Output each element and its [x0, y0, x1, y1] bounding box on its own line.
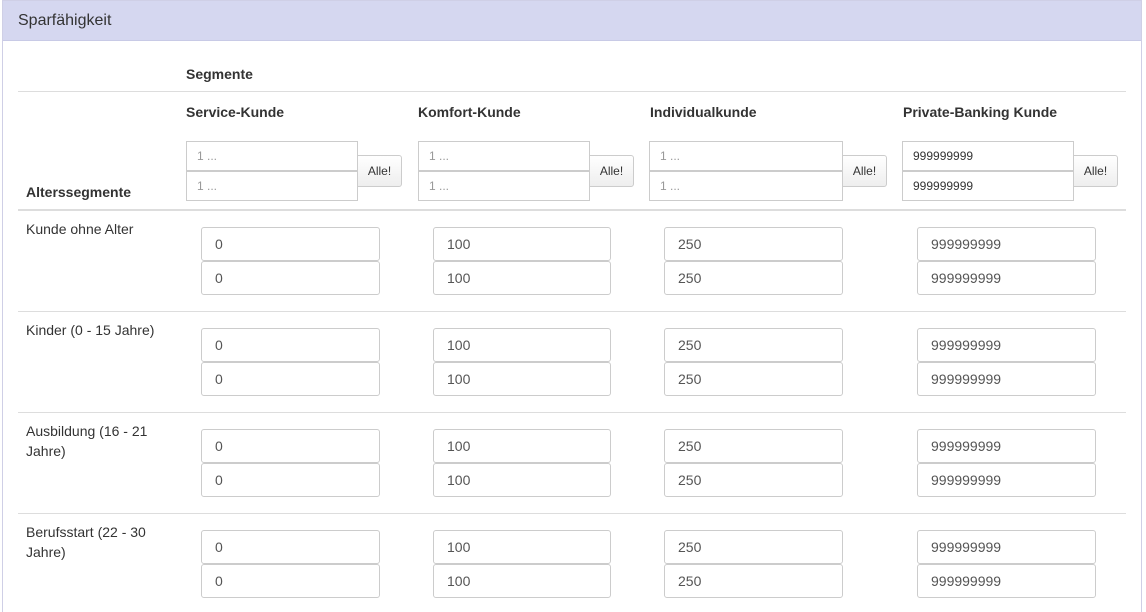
private-banking-alle-button[interactable]: Alle! — [1073, 155, 1118, 187]
individual-max-input[interactable]: 250 — [664, 564, 843, 598]
service-alle-button[interactable]: Alle! — [357, 155, 402, 187]
column-header-service: Service-Kunde — [186, 104, 285, 120]
individual-max-filter-input[interactable]: 1 ... — [649, 171, 843, 201]
individual-max-input[interactable]: 250 — [664, 261, 843, 295]
service-min-input[interactable]: 0 — [201, 328, 380, 362]
row-divider — [18, 513, 1126, 514]
row-label: Kinder (0 - 15 Jahre) — [26, 322, 155, 338]
service-min-input[interactable]: 0 — [201, 227, 380, 261]
private-banking-max-input[interactable]: 999999999 — [917, 564, 1096, 598]
service-max-input[interactable]: 0 — [201, 362, 380, 396]
individual-min-input[interactable]: 250 — [664, 227, 843, 261]
row-divider — [18, 412, 1126, 413]
service-max-filter-input[interactable]: 1 ... — [186, 171, 358, 201]
private-banking-max-input[interactable]: 999999999 — [917, 362, 1096, 396]
individual-min-filter-input[interactable]: 1 ... — [649, 141, 843, 171]
panel-title: Sparfähigkeit — [18, 12, 112, 29]
komfort-min-filter-input[interactable]: 1 ... — [418, 141, 590, 171]
alterssegmente-label: Alterssegmente — [26, 184, 132, 200]
private-banking-max-input[interactable]: 999999999 — [917, 261, 1096, 295]
header-divider — [18, 91, 1126, 92]
private-banking-min-input[interactable]: 999999999 — [917, 530, 1096, 564]
service-min-input[interactable]: 0 — [201, 429, 380, 463]
column-header-individual: Individualkunde — [650, 104, 757, 120]
komfort-max-filter-input[interactable]: 1 ... — [418, 171, 590, 201]
service-min-filter-input[interactable]: 1 ... — [186, 141, 358, 171]
private-banking-max-filter-input[interactable]: 999999999 — [902, 171, 1074, 201]
service-max-input[interactable]: 0 — [201, 261, 380, 295]
table-header-divider — [18, 209, 1126, 211]
column-header-private-banking: Private-Banking Kunde — [903, 104, 1058, 120]
service-max-input[interactable]: 0 — [201, 564, 380, 598]
private-banking-min-filter-input[interactable]: 999999999 — [902, 141, 1074, 171]
komfort-max-input[interactable]: 100 — [433, 362, 611, 396]
column-header-komfort: Komfort-Kunde — [418, 104, 521, 120]
segmente-label: Segmente — [186, 66, 253, 82]
private-banking-max-input[interactable]: 999999999 — [917, 463, 1096, 497]
row-label: Kunde ohne Alter — [26, 221, 134, 237]
service-min-input[interactable]: 0 — [201, 530, 380, 564]
komfort-min-input[interactable]: 100 — [433, 530, 611, 564]
komfort-max-input[interactable]: 100 — [433, 564, 611, 598]
row-label: Berufsstart (22 - 30 Jahre) — [26, 524, 146, 560]
private-banking-min-input[interactable]: 999999999 — [917, 429, 1096, 463]
private-banking-min-input[interactable]: 999999999 — [917, 227, 1096, 261]
individual-min-input[interactable]: 250 — [664, 530, 843, 564]
panel-heading: Sparfähigkeit — [3, 1, 1141, 41]
komfort-min-input[interactable]: 100 — [433, 227, 611, 261]
individual-max-input[interactable]: 250 — [664, 463, 843, 497]
komfort-min-input[interactable]: 100 — [433, 429, 611, 463]
row-label: Ausbildung (16 - 21 Jahre) — [26, 423, 148, 459]
service-max-input[interactable]: 0 — [201, 463, 380, 497]
komfort-alle-button[interactable]: Alle! — [589, 155, 634, 187]
individual-min-input[interactable]: 250 — [664, 328, 843, 362]
komfort-min-input[interactable]: 100 — [433, 328, 611, 362]
individual-min-input[interactable]: 250 — [664, 429, 843, 463]
komfort-max-input[interactable]: 100 — [433, 261, 611, 295]
row-divider — [18, 311, 1126, 312]
komfort-max-input[interactable]: 100 — [433, 463, 611, 497]
private-banking-min-input[interactable]: 999999999 — [917, 328, 1096, 362]
individual-alle-button[interactable]: Alle! — [842, 155, 887, 187]
individual-max-input[interactable]: 250 — [664, 362, 843, 396]
